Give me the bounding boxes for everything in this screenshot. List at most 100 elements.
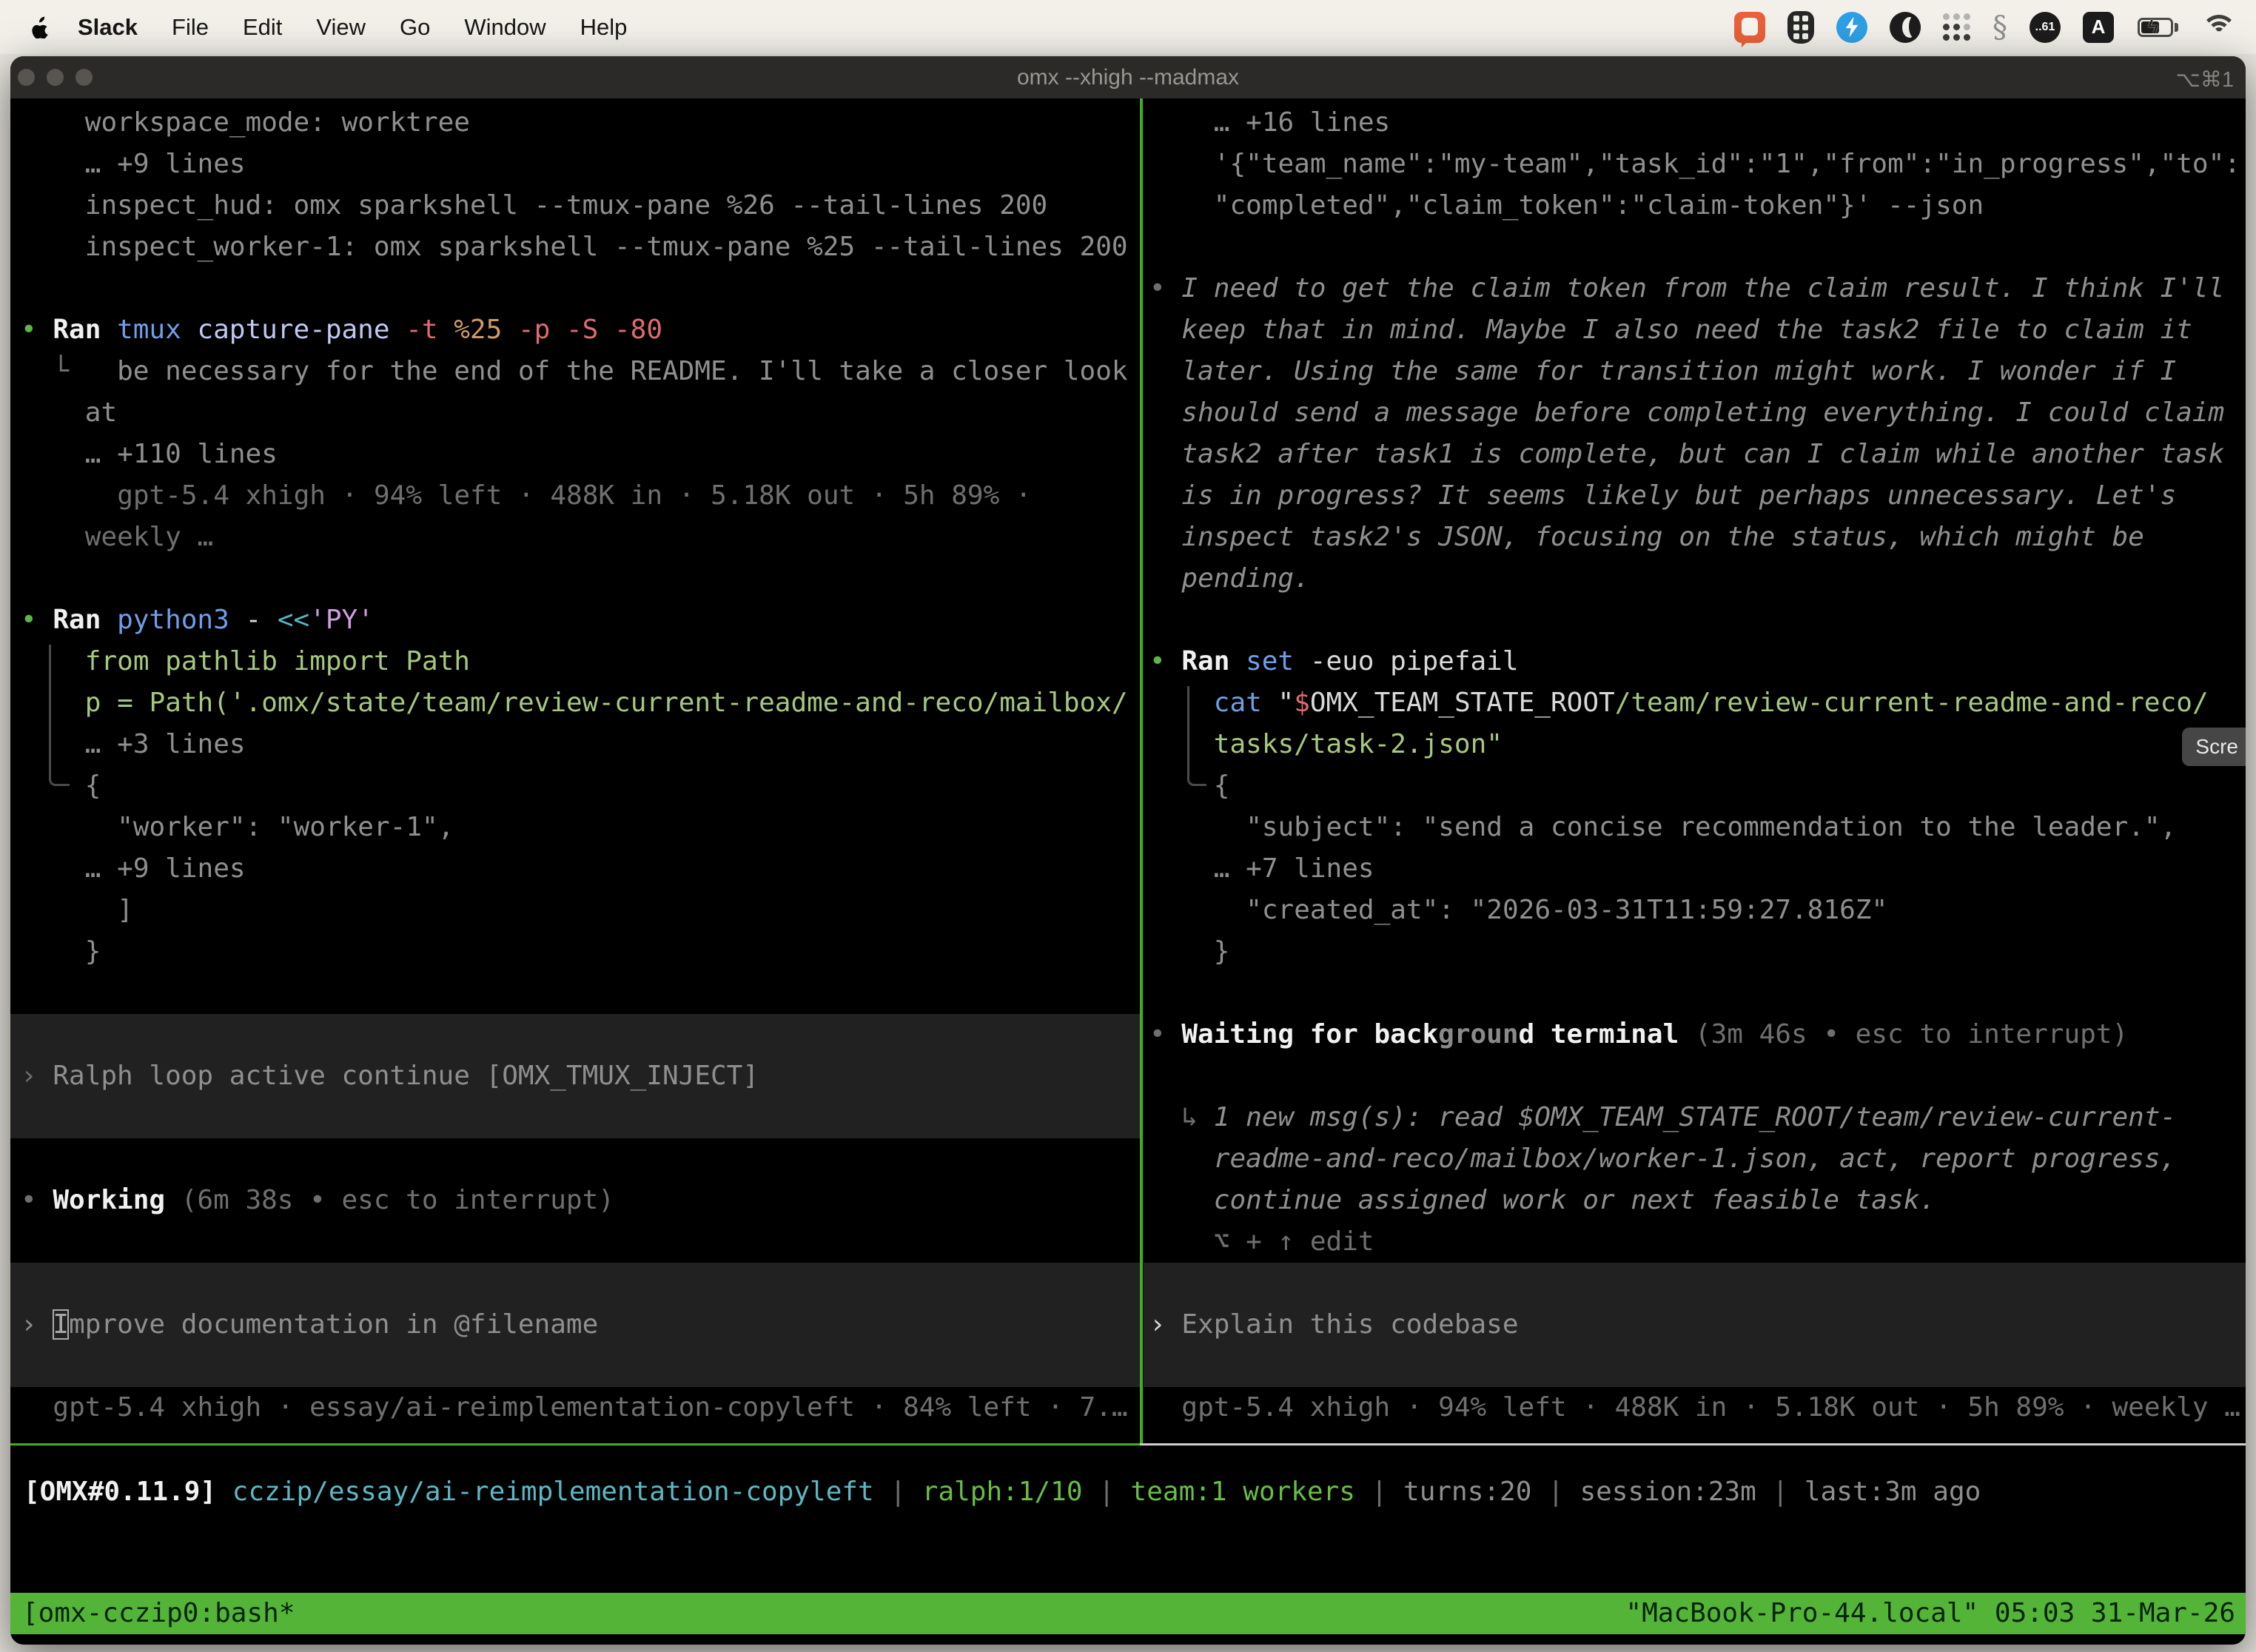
terminal-line: … +3 lines bbox=[10, 724, 1140, 765]
text-segment: groun bbox=[1438, 1019, 1518, 1050]
close-button[interactable] bbox=[18, 69, 35, 86]
shield-grid-icon[interactable] bbox=[1787, 11, 1814, 44]
blue-bolt-icon[interactable] bbox=[1836, 12, 1867, 43]
tmux-host-clock: "MacBook-Pro-44.local" 05:03 31-Mar-26 bbox=[1625, 1593, 2246, 1634]
terminal-line: inspect_worker-1: omx sparkshell --tmux-… bbox=[10, 226, 1140, 268]
text-segment: gpt-5.4 xhigh · essay/ai-reimplementatio… bbox=[53, 1392, 1127, 1423]
a-square-icon[interactable]: A bbox=[2083, 12, 2114, 43]
menu-item-file[interactable]: File bbox=[155, 14, 226, 41]
text-segment: workspace_mode: worktree bbox=[85, 107, 470, 138]
dot bbox=[1943, 34, 1950, 41]
badge-61-icon[interactable]: ..61 bbox=[2030, 12, 2061, 43]
terminal-line bbox=[10, 1221, 1140, 1263]
chat-app-icon[interactable] bbox=[1734, 12, 1765, 43]
terminal-window: omx --xhigh --madmax ⌥⌘1 workspace_mode:… bbox=[10, 56, 2246, 1645]
text-segment: set bbox=[1246, 646, 1310, 676]
battery-icon[interactable]: ϟ bbox=[2136, 17, 2179, 38]
dot bbox=[1793, 16, 1799, 21]
text-segment: • bbox=[1149, 1019, 1181, 1050]
text-segment: cczip/essay/ai-reimplementation-copyleft bbox=[232, 1477, 874, 1507]
text-segment: Ran bbox=[1181, 646, 1246, 676]
tmux-pane-right[interactable]: … +16 lines'{"team_name":"my-team","task… bbox=[1144, 102, 2246, 1645]
window-titlebar[interactable]: omx --xhigh --madmax ⌥⌘1 bbox=[10, 56, 2246, 98]
menu-item-view[interactable]: View bbox=[299, 14, 383, 41]
terminal-line bbox=[10, 1138, 1140, 1180]
terminal-line bbox=[10, 1097, 1140, 1138]
menu-item-window[interactable]: Window bbox=[447, 14, 563, 41]
dot bbox=[1953, 24, 1960, 30]
text-segment: } bbox=[1214, 936, 1230, 967]
text-segment: from pathlib import Path bbox=[85, 646, 470, 676]
dot bbox=[1964, 24, 1970, 30]
terminal-line: ↳ 1 new msg(s): read $OMX_TEAM_STATE_ROO… bbox=[1144, 1097, 2246, 1138]
text-segment: at bbox=[85, 397, 117, 428]
text-segment: tasks/task-2.json" bbox=[1214, 729, 1503, 759]
pane-divider[interactable] bbox=[1140, 98, 1143, 1446]
text-segment: | bbox=[874, 1477, 922, 1507]
text-segment: capture-pane bbox=[197, 315, 406, 345]
menu-bar: Slack File Edit View Go Window Help § ..… bbox=[0, 0, 2256, 54]
text-segment: mprove documentation in @filename bbox=[69, 1309, 598, 1340]
text-segment: | bbox=[1531, 1477, 1579, 1507]
menu-item-edit[interactable]: Edit bbox=[226, 14, 299, 41]
dots-grid-icon[interactable] bbox=[1943, 13, 1970, 41]
omx-status-line: [OMX#0.11.9] cczip/essay/ai-reimplementa… bbox=[10, 1471, 2246, 1513]
text-segment: continue assigned work or next feasible … bbox=[1214, 1185, 1936, 1215]
squiggle-icon[interactable]: § bbox=[1993, 10, 2007, 44]
text-segment: • bbox=[1149, 646, 1181, 676]
text-segment: later. Using the same for transition mig… bbox=[1181, 356, 2176, 386]
text-segment: "completed","claim_token":"claim-token"}… bbox=[1214, 190, 1984, 221]
terminal-line: ] bbox=[10, 890, 1140, 931]
text-segment: … +7 lines bbox=[1214, 853, 1374, 884]
dot bbox=[1964, 34, 1970, 41]
output-connector-left bbox=[49, 645, 70, 786]
terminal-line bbox=[1144, 973, 2246, 1014]
terminal-line bbox=[10, 558, 1140, 600]
terminal-line: • Working (6m 38s • esc to interrupt) bbox=[10, 1180, 1140, 1221]
text-segment: … +9 lines bbox=[85, 149, 246, 179]
tmux-session-label[interactable]: [omx-cczip0:bash* bbox=[10, 1593, 295, 1634]
text-segment: › bbox=[21, 1061, 53, 1091]
window-title: omx --xhigh --madmax bbox=[10, 65, 2246, 90]
wifi-icon[interactable] bbox=[2201, 15, 2237, 40]
window-controls bbox=[18, 69, 93, 86]
terminal-line: • Waiting for background terminal (3m 46… bbox=[1144, 1014, 2246, 1055]
text-segment: (6m 38s • esc to interrupt) bbox=[165, 1185, 614, 1215]
text-segment: be necessary for the end of the README. … bbox=[117, 356, 1127, 386]
text-segment: -euo pipefail bbox=[1310, 646, 1519, 676]
text-segment: weekly … bbox=[85, 522, 213, 552]
terminal-line: should send a message before completing … bbox=[1144, 392, 2246, 434]
terminal-line: is in progress? It seems likely but perh… bbox=[1144, 475, 2246, 517]
text-segment: ↳ bbox=[1181, 1102, 1213, 1132]
text-segment: I bbox=[53, 1309, 69, 1340]
text-segment: pending. bbox=[1181, 563, 1309, 594]
tmux-pane-left[interactable]: workspace_mode: worktree … +9 lines inspec… bbox=[10, 102, 1140, 1645]
menu-bar-left: Slack File Edit View Go Window Help bbox=[0, 14, 644, 41]
dot bbox=[1953, 34, 1960, 41]
text-segment: readme-and-reco/mailbox/worker-1.json, a… bbox=[1214, 1144, 2176, 1174]
terminal-line: … +16 lines bbox=[1144, 102, 2246, 144]
text-segment: "created_at": "2026-03-31T11:59:27.816Z" bbox=[1246, 895, 1887, 925]
apple-icon[interactable] bbox=[31, 16, 50, 38]
text-segment: … +110 lines bbox=[85, 439, 278, 469]
terminal-line: gpt-5.4 xhigh · 94% left · 488K in · 5.1… bbox=[10, 475, 1140, 517]
menu-app-name[interactable]: Slack bbox=[61, 14, 155, 41]
menu-item-go[interactable]: Go bbox=[383, 14, 447, 41]
dot bbox=[1953, 13, 1960, 20]
text-segment: | bbox=[1756, 1477, 1805, 1507]
text-segment: › bbox=[21, 1309, 53, 1340]
minimize-button[interactable] bbox=[47, 69, 64, 86]
terminal-line: } bbox=[10, 931, 1140, 973]
crescent-dark bbox=[1909, 14, 1921, 39]
terminal-line: … +110 lines bbox=[10, 434, 1140, 475]
text-segment: keep that in mind. Maybe I also need the… bbox=[1181, 315, 2192, 345]
zoom-button[interactable] bbox=[75, 69, 93, 86]
text-segment: -t bbox=[406, 315, 454, 345]
text-segment: Ran bbox=[53, 315, 117, 345]
text-segment: I need to get the claim token from the c… bbox=[1181, 273, 2224, 303]
menu-item-help[interactable]: Help bbox=[563, 14, 645, 41]
battery-cap bbox=[2175, 23, 2178, 32]
crescent-icon[interactable] bbox=[1890, 12, 1921, 43]
text-segment: ⌥ + ↑ edit bbox=[1214, 1226, 1374, 1257]
text-segment: • bbox=[21, 1185, 53, 1215]
